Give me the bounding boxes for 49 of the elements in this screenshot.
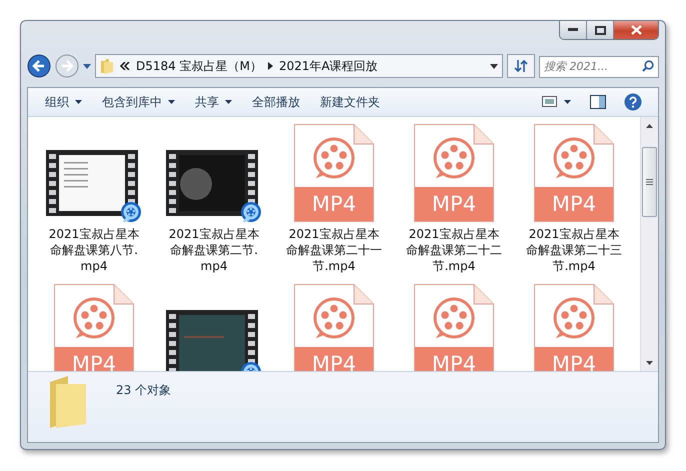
refresh-icon (514, 59, 528, 73)
file-name[interactable]: 2021宝叔占星本命解盘课第二十三节.mp4 (526, 226, 622, 274)
minimize-button[interactable] (560, 21, 587, 39)
toolbar-button[interactable]: 包含到库中 (93, 90, 184, 114)
breadcrumb-item[interactable]: 2021年A课程回放 (278, 58, 378, 74)
file-name[interactable]: 2021宝叔占星本命解盘课第二十二节.mp4 (406, 226, 502, 274)
breadcrumb-item[interactable]: D5184 宝叔占星（M） (136, 58, 262, 74)
preview-pane-icon[interactable] (590, 95, 606, 109)
toolbar-button[interactable]: 组织 (36, 90, 91, 114)
file-type-label: MP4 (55, 347, 133, 371)
toolbar-button[interactable]: 新建文件夹 (311, 90, 389, 114)
video-thumbnail-icon (46, 150, 142, 222)
video-thumbnail-icon (166, 150, 262, 222)
help-icon[interactable] (624, 93, 642, 111)
folder-icon (100, 58, 114, 74)
dropdown-caret-icon[interactable] (490, 64, 498, 68)
refresh-button[interactable] (507, 54, 535, 78)
file-type-label: MP4 (295, 187, 373, 221)
recent-pages-caret-icon[interactable] (83, 64, 91, 68)
caret-icon (168, 100, 175, 104)
close-button[interactable] (614, 21, 658, 39)
item-count: 23 个对象 (116, 382, 172, 399)
file-type-label: MP4 (535, 187, 613, 221)
close-icon (630, 25, 642, 35)
scroll-up-icon[interactable] (646, 124, 653, 128)
breadcrumb-arrow-icon (268, 62, 273, 70)
back-button[interactable] (27, 54, 51, 78)
file-type-label: MP4 (415, 347, 493, 371)
scroll-down-icon[interactable] (646, 360, 653, 364)
caret-icon (225, 100, 232, 104)
file-type-label: MP4 (415, 187, 493, 221)
address-bar[interactable]: D5184 宝叔占星（M） 2021年A课程回放 (95, 54, 503, 78)
toolbar-button[interactable]: 全部播放 (243, 90, 309, 114)
file-type-label: MP4 (295, 347, 373, 371)
file-name[interactable]: 2021宝叔占星本命解盘课第八节.mp4 (46, 226, 142, 274)
grip-icon (646, 179, 653, 185)
minimize-icon (568, 28, 578, 32)
view-options-icon[interactable] (542, 96, 572, 108)
caret-icon (75, 100, 82, 104)
file-name[interactable]: 2021宝叔占星本命解盘课第二十一节.mp4 (286, 226, 382, 274)
search-icon (642, 60, 654, 72)
maximize-button[interactable] (587, 21, 614, 39)
search-field[interactable]: 搜索 2021... (539, 56, 659, 78)
overflow-chevron-icon (120, 62, 130, 70)
file-name[interactable]: 2021宝叔占星本命解盘课第二节.mp4 (166, 226, 262, 274)
maximize-icon (594, 26, 606, 34)
scrollbar[interactable] (640, 117, 658, 371)
toolbar-button[interactable]: 共享 (186, 90, 241, 114)
file-type-label: MP4 (535, 347, 613, 371)
